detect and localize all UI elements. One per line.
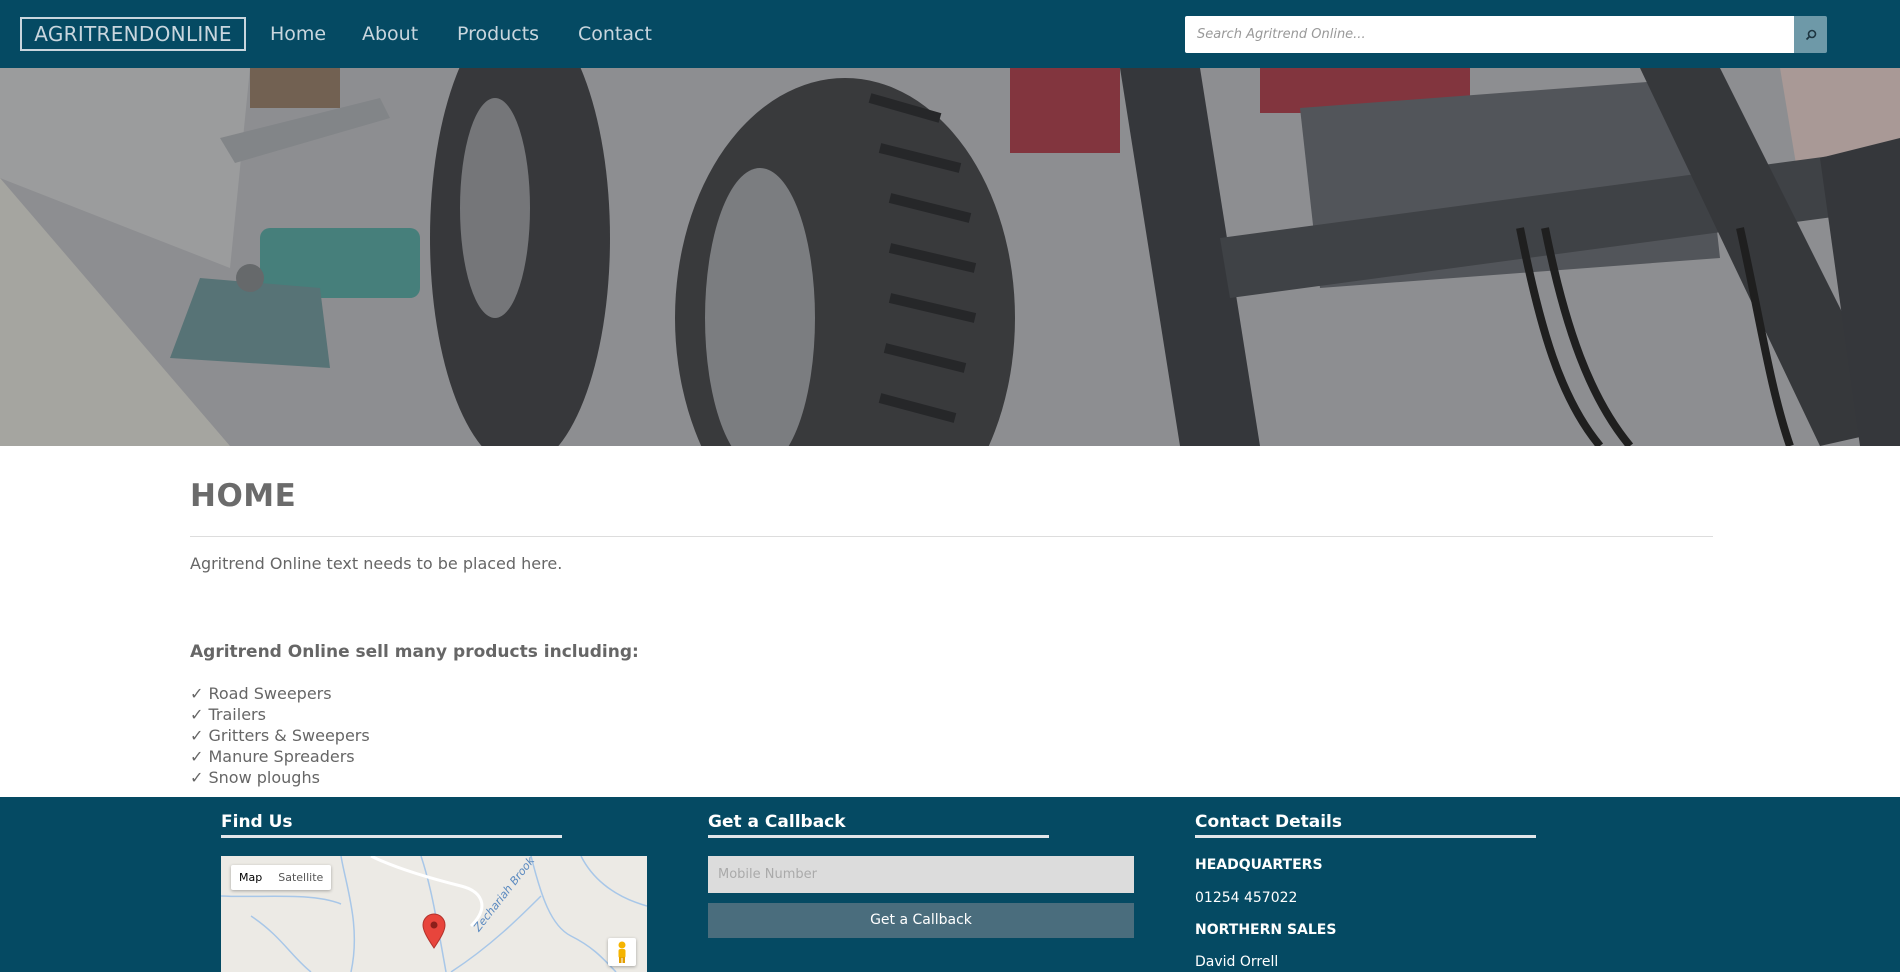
search-input[interactable] — [1185, 16, 1795, 53]
callback-underline — [708, 835, 1049, 838]
callback-heading: Get a Callback — [708, 812, 846, 832]
product-item-road-sweepers: ✓ Road Sweepers — [190, 684, 332, 703]
headquarters-phone[interactable]: 01254 457022 — [1195, 890, 1297, 906]
google-map[interactable]: Zechariah Brook Map Satellite — [221, 856, 647, 972]
contact-underline — [1195, 835, 1536, 838]
nav-contact[interactable]: Contact — [578, 22, 652, 46]
page-title: HOME — [190, 478, 297, 514]
nav-home[interactable]: Home — [270, 22, 326, 46]
northern-sales-label: NORTHERN SALES — [1195, 922, 1337, 938]
product-item-gritters-sweepers: ✓ Gritters & Sweepers — [190, 726, 370, 745]
search-icon — [1805, 29, 1816, 40]
hero-image — [0, 68, 1900, 446]
search-button[interactable] — [1794, 16, 1827, 53]
top-navbar: AGRITRENDONLINE Home About Products Cont… — [0, 0, 1900, 68]
northern-sales-name: David Orrell — [1195, 954, 1279, 970]
find-us-underline — [221, 835, 562, 838]
map-type-toggle: Map Satellite — [231, 865, 332, 890]
product-item-trailers: ✓ Trailers — [190, 705, 266, 724]
brand-logo[interactable]: AGRITRENDONLINE — [20, 17, 246, 51]
products-heading: Agritrend Online sell many products incl… — [190, 642, 639, 662]
nav-about[interactable]: About — [362, 22, 418, 46]
product-item-snow-ploughs: ✓ Snow ploughs — [190, 768, 320, 787]
footer: Find Us Zechariah Brook Map Satellite Ge… — [0, 797, 1900, 972]
product-list: ✓ Road Sweepers ✓ Trailers ✓ Gritters & … — [190, 683, 370, 788]
contact-heading: Contact Details — [1195, 812, 1342, 832]
get-callback-button[interactable]: Get a Callback — [708, 903, 1134, 938]
mobile-number-input[interactable] — [708, 856, 1134, 893]
nav-products[interactable]: Products — [457, 22, 539, 46]
intro-text: Agritrend Online text needs to be placed… — [190, 554, 563, 573]
find-us-heading: Find Us — [221, 812, 293, 832]
headquarters-label: HEADQUARTERS — [1195, 857, 1323, 873]
title-divider — [190, 536, 1713, 537]
product-item-manure-spreaders: ✓ Manure Spreaders — [190, 747, 355, 766]
map-tab-satellite[interactable]: Satellite — [270, 865, 331, 890]
map-marker-icon[interactable] — [422, 913, 446, 949]
street-view-pegman-icon[interactable] — [608, 938, 636, 966]
map-tab-map[interactable]: Map — [231, 865, 270, 890]
